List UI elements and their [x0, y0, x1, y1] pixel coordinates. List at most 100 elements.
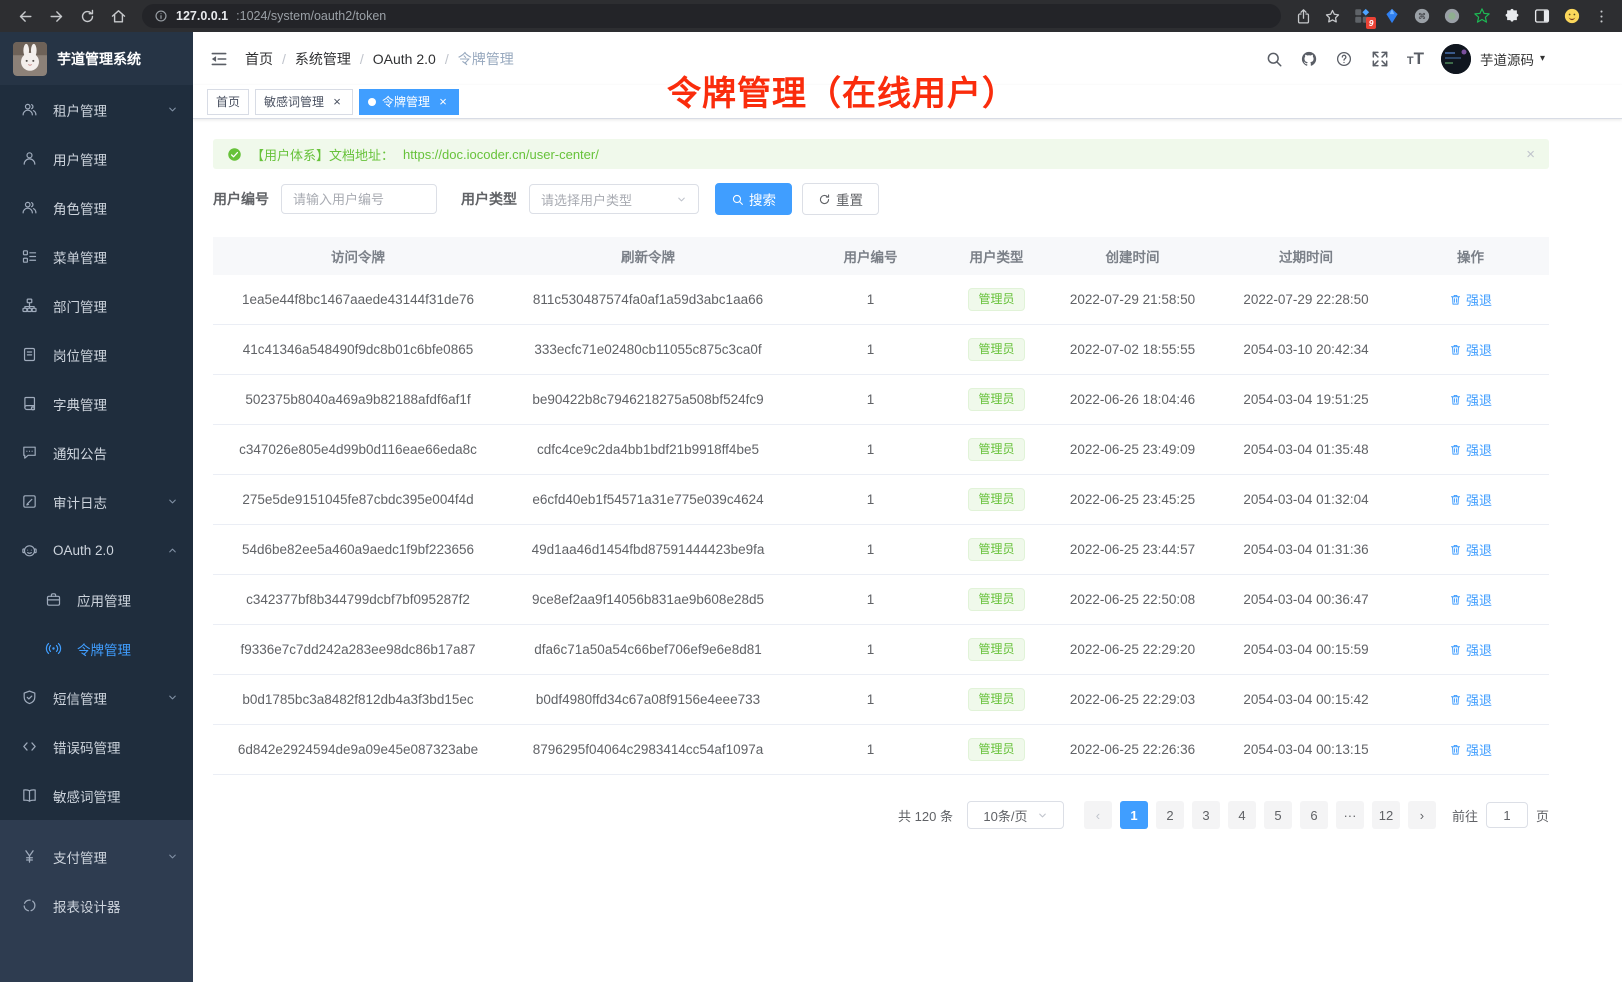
force-logout-button[interactable]: 强退: [1449, 490, 1492, 509]
sidebar-item-notice-management[interactable]: 通知公告: [0, 428, 193, 477]
force-logout-button[interactable]: 强退: [1449, 440, 1492, 459]
user-id-cell: 1: [793, 542, 948, 557]
sidebar-item-error-code-management[interactable]: 错误码管理: [0, 722, 193, 771]
close-tab-icon[interactable]: ×: [330, 95, 344, 109]
page-button[interactable]: 3: [1192, 801, 1220, 829]
page-button[interactable]: 12: [1372, 801, 1400, 829]
sidebar-item-sms-management[interactable]: 短信管理: [0, 673, 193, 722]
tab-sensitive-word[interactable]: 敏感词管理 ×: [255, 89, 353, 115]
tab-home[interactable]: 首页: [207, 89, 249, 115]
created-time-cell: 2022-07-29 21:58:50: [1045, 292, 1220, 307]
user-id-cell: 1: [793, 342, 948, 357]
green-star-extension-icon[interactable]: [1473, 7, 1491, 25]
sidebar-item-tenant-management[interactable]: 租户管理: [0, 85, 193, 134]
search-icon[interactable]: [1265, 50, 1283, 68]
sidebar-item-oauth2-token[interactable]: 令牌管理: [0, 624, 193, 673]
profile-avatar-icon[interactable]: [1563, 7, 1581, 25]
page-button[interactable]: 5: [1264, 801, 1292, 829]
sidebar-item-oauth2[interactable]: OAuth 2.0: [0, 526, 193, 575]
gem-extension-icon[interactable]: [1383, 7, 1401, 25]
alert-close-icon[interactable]: ×: [1526, 146, 1535, 163]
sidebar-item-sensitive-word-management[interactable]: 敏感词管理: [0, 771, 193, 820]
sidebar-item-label: 支付管理: [53, 847, 107, 867]
address-bar[interactable]: 127.0.0.1:1024/system/oauth2/token: [142, 4, 1281, 28]
user-type-select[interactable]: 请选择用户类型: [529, 184, 699, 214]
page-button[interactable]: 4: [1228, 801, 1256, 829]
user-menu[interactable]: 芋道源码 ▾: [1480, 49, 1545, 69]
table-row: 54d6be82ee5a460a9aedc1f9bf22365649d1aa46…: [213, 525, 1549, 575]
force-logout-label: 强退: [1466, 690, 1492, 709]
prev-page-button[interactable]: ‹: [1084, 801, 1112, 829]
tab-label: 敏感词管理: [264, 93, 324, 110]
force-logout-button[interactable]: 强退: [1449, 340, 1492, 359]
dict-icon: [21, 395, 38, 412]
trash-icon: [1449, 593, 1462, 606]
tab-token-management[interactable]: 令牌管理×: [359, 89, 459, 115]
sidebar-collapse-icon[interactable]: [209, 49, 229, 69]
puzzle-extensions-icon[interactable]: [1503, 7, 1521, 25]
github-icon[interactable]: [1300, 50, 1318, 68]
app-logo[interactable]: 芋道管理系统: [0, 32, 193, 85]
force-logout-button[interactable]: 强退: [1449, 640, 1492, 659]
page-button[interactable]: 1: [1120, 801, 1148, 829]
bookmark-star-icon[interactable]: [1324, 8, 1341, 25]
url-host: 127.0.0.1: [176, 9, 228, 23]
next-page-button[interactable]: ›: [1408, 801, 1436, 829]
page-size-select[interactable]: 10条/页: [967, 801, 1064, 829]
sidebar-item-menu-management[interactable]: 菜单管理: [0, 232, 193, 281]
page-button[interactable]: 6: [1300, 801, 1328, 829]
close-tab-icon[interactable]: ×: [436, 95, 450, 109]
force-logout-button[interactable]: 强退: [1449, 590, 1492, 609]
sidebar-item-user-management[interactable]: 用户管理: [0, 134, 193, 183]
user-avatar[interactable]: [1441, 44, 1471, 74]
doc-link[interactable]: https://doc.iocoder.cn/user-center/: [403, 147, 599, 162]
sidebar-item-oauth2-application[interactable]: 应用管理: [0, 575, 193, 624]
sidebar-item-pay-management[interactable]: 支付管理: [0, 832, 193, 881]
command-extension-icon[interactable]: ⌘: [1413, 7, 1431, 25]
browser-back-icon[interactable]: [17, 8, 34, 25]
sidebar-item-post-management[interactable]: 岗位管理: [0, 330, 193, 379]
site-info-icon[interactable]: [154, 9, 168, 23]
browser-menu-icon[interactable]: [1593, 8, 1610, 25]
goto-page-input[interactable]: [1486, 802, 1528, 828]
breadcrumb-item[interactable]: OAuth 2.0: [373, 51, 436, 67]
refresh-icon: [818, 193, 831, 206]
expire-time-cell: 2054-03-04 00:15:42: [1220, 692, 1392, 707]
force-logout-button[interactable]: 强退: [1449, 740, 1492, 759]
reset-button[interactable]: 重置: [802, 183, 879, 215]
sidebar-item-dict-management[interactable]: 字典管理: [0, 379, 193, 428]
side-panel-icon[interactable]: [1533, 7, 1551, 25]
code-icon: [21, 738, 38, 755]
breadcrumb-separator: /: [360, 51, 364, 67]
share-icon[interactable]: [1295, 8, 1312, 25]
search-button[interactable]: 搜索: [715, 183, 792, 215]
force-logout-button[interactable]: 强退: [1449, 540, 1492, 559]
extension-grid-icon[interactable]: 9: [1353, 7, 1371, 25]
record-extension-icon[interactable]: [1443, 7, 1461, 25]
browser-forward-icon[interactable]: [48, 8, 65, 25]
browser-reload-icon[interactable]: [79, 8, 96, 25]
font-size-icon[interactable]: TT: [1407, 50, 1424, 67]
page-button[interactable]: 2: [1156, 801, 1184, 829]
sidebar-item-report-designer[interactable]: 报表设计器: [0, 881, 193, 930]
breadcrumb-item[interactable]: 首页: [245, 49, 273, 69]
fullscreen-icon[interactable]: [1370, 49, 1390, 69]
more-pages-button[interactable]: ···: [1336, 801, 1364, 829]
chevron-down-icon: [167, 496, 178, 507]
table-body: 1ea5e44f8bc1467aaede43144f31de76811c5304…: [213, 275, 1549, 775]
refresh-token-cell: 811c530487574fa0af1a59d3abc1aa66: [503, 292, 793, 307]
browser-home-icon[interactable]: [110, 8, 127, 25]
breadcrumb-separator: /: [282, 51, 286, 67]
force-logout-button[interactable]: 强退: [1449, 690, 1492, 709]
breadcrumb-item[interactable]: 令牌管理: [458, 49, 514, 69]
sidebar-item-role-management[interactable]: 角色管理: [0, 183, 193, 232]
sidebar-item-dept-management[interactable]: 部门管理: [0, 281, 193, 330]
sidebar-item-audit-log[interactable]: 审计日志: [0, 477, 193, 526]
breadcrumb-item[interactable]: 系统管理: [295, 49, 351, 69]
user-id-input[interactable]: [281, 184, 437, 214]
force-logout-button[interactable]: 强退: [1449, 290, 1492, 309]
user-id-cell: 1: [793, 292, 948, 307]
help-icon[interactable]: [1335, 50, 1353, 68]
table-row: c342377bf8b344799dcbf7bf095287f29ce8ef2a…: [213, 575, 1549, 625]
force-logout-button[interactable]: 强退: [1449, 390, 1492, 409]
